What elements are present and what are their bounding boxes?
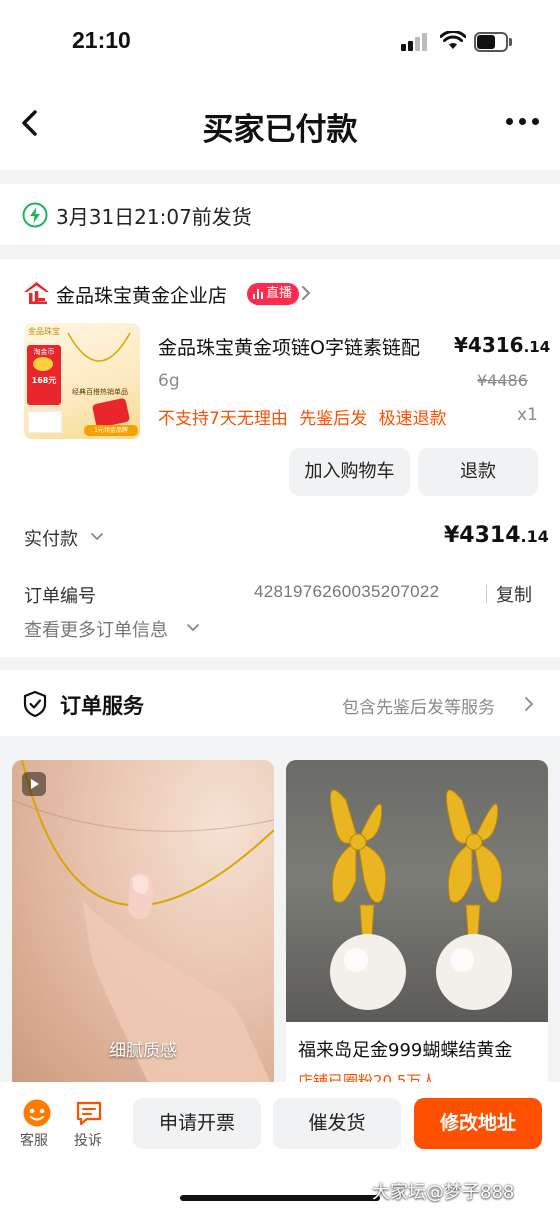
thumb-red-price: 168元 (31, 376, 57, 385)
status-bar: 21:10 (0, 0, 560, 84)
thumb-red-text: 淘金币 (33, 348, 55, 356)
video-caption: 细腻质感 (109, 1041, 177, 1061)
shipping-card: 3月31日21:07前发货 (0, 184, 560, 245)
original-price: ¥4486 (477, 371, 528, 390)
thumb-small-card (28, 411, 62, 433)
paid-amount-decimal: .14 (520, 527, 549, 546)
paid-amount-main: ¥4314 (444, 523, 521, 548)
more-order-info-link[interactable]: 查看更多订单信息 (24, 616, 168, 642)
product-price-main: ¥4316 (454, 333, 524, 357)
earrings-image (286, 760, 548, 1022)
play-icon[interactable] (22, 772, 46, 796)
chevron-right-icon[interactable] (300, 285, 312, 301)
order-number: 4281976260035207022 (254, 582, 440, 601)
order-card: 金品珠宝黄金企业店 直播 金品珠宝 淘金币 168元 经典百搭热销单品 1元领金… (0, 259, 560, 657)
live-badge-label: 直播 (266, 286, 293, 301)
coin-icon (33, 357, 53, 371)
shop-name[interactable]: 金品珠宝黄金企业店 (56, 281, 227, 308)
recommend-video-card[interactable]: 细腻质感 (12, 760, 274, 1090)
urge-shipment-button[interactable]: 催发货 (273, 1098, 401, 1149)
gift-box-image (91, 397, 131, 429)
customer-service-label[interactable]: 客服 (20, 1130, 48, 1150)
page-title: 买家已付款 (202, 112, 358, 148)
battery-icon (474, 32, 512, 52)
customer-service-icon[interactable] (21, 1098, 53, 1128)
order-number-label: 订单编号 (24, 586, 96, 607)
product-title[interactable]: 金品珠宝黄金项链O字链素链配 (158, 333, 420, 360)
copy-button[interactable]: 复制 (496, 581, 532, 607)
thumb-band: 经典百搭热销单品 (72, 388, 128, 396)
product-price: ¥4316.14 (454, 333, 550, 357)
request-invoice-button[interactable]: 申请开票 (133, 1098, 261, 1149)
service-title: 订单服务 (60, 694, 144, 718)
recommend-product-name: 福来岛足金999蝴蝶结黄金 (298, 1040, 513, 1061)
thumb-foot: 1元领金品牌 (84, 425, 138, 436)
product-spec: 6g (158, 371, 180, 391)
watermark: 大家坛@梦子888 (372, 1182, 515, 1203)
live-bars-icon (253, 289, 263, 299)
product-quantity: x1 (517, 405, 538, 425)
chevron-down-icon[interactable] (90, 532, 104, 542)
live-badge[interactable]: 直播 (247, 283, 300, 305)
service-description: 包含先鉴后发等服务 (342, 698, 495, 718)
refund-button[interactable]: 退款 (418, 448, 538, 496)
divider (486, 585, 487, 603)
service-card[interactable]: 订单服务 包含先鉴后发等服务 (0, 670, 560, 736)
complaint-label[interactable]: 投诉 (74, 1130, 102, 1150)
thumb-header: 金品珠宝 (28, 327, 60, 336)
product-thumbnail[interactable]: 金品珠宝 淘金币 168元 经典百搭热销单品 1元领金品牌 (24, 323, 140, 439)
status-time: 21:10 (72, 27, 131, 53)
complaint-icon[interactable] (75, 1099, 103, 1127)
necklace-image (67, 332, 131, 362)
add-to-cart-button[interactable]: 加入购物车 (289, 448, 410, 496)
chevron-down-icon[interactable] (186, 623, 200, 633)
shield-check-icon (23, 690, 47, 718)
signal-icon (401, 33, 431, 51)
nav-bar: 买家已付款 (0, 84, 560, 170)
product-price-decimal: .14 (523, 338, 551, 356)
recommend-product-card[interactable]: 福来岛足金999蝴蝶结黄金 店铺已圈粉20.5万人 (286, 760, 548, 1090)
more-icon[interactable] (506, 118, 540, 128)
modify-address-button[interactable]: 修改地址 (414, 1098, 542, 1149)
shipping-deadline: 3月31日21:07前发货 (56, 205, 252, 229)
wifi-icon (440, 31, 466, 49)
product-tags: 不支持7天无理由 先鉴后发 极速退款 (158, 409, 447, 429)
chevron-right-icon[interactable] (524, 696, 534, 712)
paid-label[interactable]: 实付款 (24, 525, 78, 551)
lightning-icon (22, 202, 48, 228)
home-indicator[interactable] (180, 1195, 380, 1201)
paid-amount: ¥4314.14 (444, 523, 549, 548)
shop-logo-icon (24, 282, 49, 304)
